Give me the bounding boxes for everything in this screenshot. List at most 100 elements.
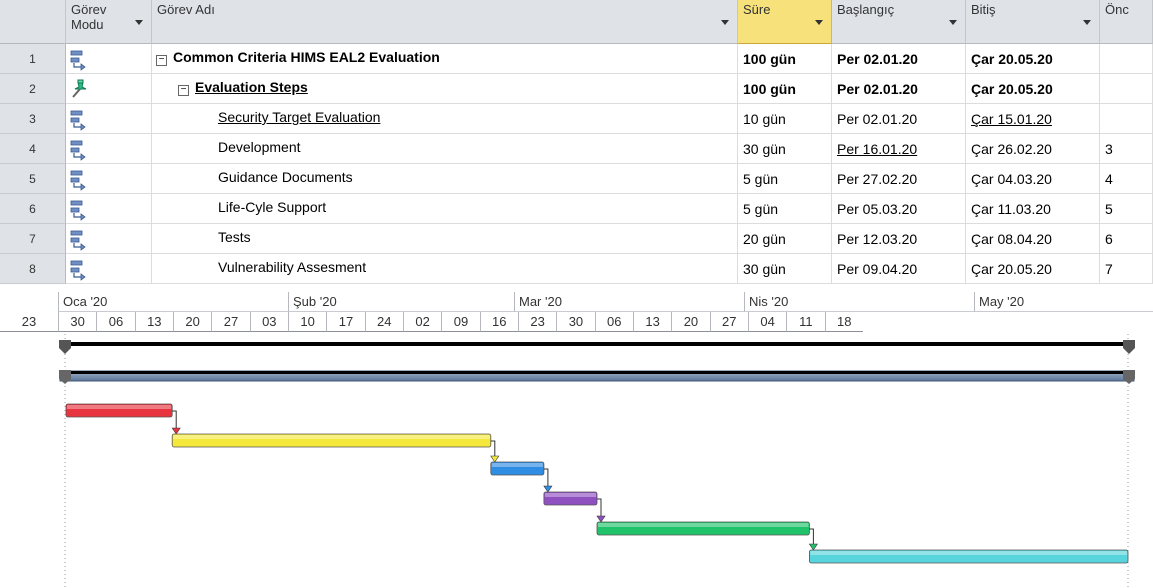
- task-name-cell[interactable]: − Evaluation Steps: [152, 74, 738, 104]
- task-mode-cell[interactable]: [66, 74, 152, 104]
- collapse-toggle-icon[interactable]: −: [156, 55, 167, 66]
- column-header-start[interactable]: Başlangıç: [832, 0, 966, 44]
- task-finish-cell[interactable]: Çar 08.04.20: [966, 224, 1100, 254]
- chevron-down-icon[interactable]: [1083, 20, 1091, 25]
- task-pred-cell[interactable]: 6: [1100, 224, 1153, 254]
- row-number[interactable]: 4: [0, 134, 66, 164]
- dependency-arrow: [171, 427, 181, 435]
- task-mode-cell[interactable]: [66, 44, 152, 74]
- task-mode-cell[interactable]: [66, 134, 152, 164]
- task-bar-highlight: [544, 493, 596, 497]
- task-duration-cell[interactable]: 5 gün: [738, 164, 832, 194]
- chevron-down-icon[interactable]: [815, 20, 823, 25]
- column-header-predecessors[interactable]: Önc: [1100, 0, 1153, 44]
- task-mode-cell[interactable]: [66, 254, 152, 284]
- row-number[interactable]: 3: [0, 104, 66, 134]
- task-finish-cell[interactable]: Çar 26.02.20: [966, 134, 1100, 164]
- task-name-cell[interactable]: Guidance Documents: [152, 164, 738, 194]
- collapse-toggle-icon[interactable]: −: [178, 85, 189, 96]
- chevron-down-icon[interactable]: [949, 20, 957, 25]
- task-start-cell[interactable]: Per 02.01.20: [832, 74, 966, 104]
- task-duration-cell[interactable]: 100 gün: [738, 44, 832, 74]
- task-finish-cell[interactable]: Çar 20.05.20: [966, 254, 1100, 284]
- row-number[interactable]: 2: [0, 74, 66, 104]
- task-pred-cell[interactable]: [1100, 74, 1153, 104]
- task-duration: 5 gün: [743, 171, 779, 187]
- task-duration-cell[interactable]: 20 gün: [738, 224, 832, 254]
- task-duration: 10 gün: [743, 111, 786, 127]
- task-mode-cell[interactable]: [66, 194, 152, 224]
- task-duration-cell[interactable]: 100 gün: [738, 74, 832, 104]
- timescale-week: 13: [134, 312, 173, 332]
- task-name: Evaluation Steps: [195, 79, 308, 95]
- task-name-cell[interactable]: Vulnerability Assesment: [152, 254, 738, 284]
- task-name: Vulnerability Assesment: [218, 259, 367, 275]
- column-header-mode-label: Görev Modu: [71, 2, 107, 32]
- task-start: Per 02.01.20: [837, 81, 918, 97]
- task-name-cell[interactable]: Tests: [152, 224, 738, 254]
- select-all-corner[interactable]: [0, 0, 66, 44]
- timescale-week: 03: [249, 312, 288, 332]
- manual-summary-cap: [60, 371, 1134, 374]
- timescale-week: 24: [364, 312, 403, 332]
- chevron-down-icon[interactable]: [135, 20, 143, 25]
- column-header-name-label: Görev Adı: [157, 2, 215, 17]
- timescale-week: 30: [556, 312, 595, 332]
- task-mode-cell[interactable]: [66, 224, 152, 254]
- task-name: Development: [218, 139, 301, 155]
- summary-end-marker: [1123, 340, 1135, 354]
- column-header-duration[interactable]: Süre: [738, 0, 832, 44]
- row-number[interactable]: 5: [0, 164, 66, 194]
- task-duration-cell[interactable]: 5 gün: [738, 194, 832, 224]
- column-header-name[interactable]: Görev Adı: [152, 0, 738, 44]
- task-pred-cell[interactable]: 5: [1100, 194, 1153, 224]
- task-start: Per 12.03.20: [837, 231, 918, 247]
- task-pred: 5: [1105, 201, 1113, 217]
- timescale-week: 02: [402, 312, 442, 332]
- task-start-cell[interactable]: Per 16.01.20: [832, 134, 966, 164]
- task-finish: Çar 15.01.20: [971, 111, 1052, 127]
- task-start-cell[interactable]: Per 05.03.20: [832, 194, 966, 224]
- task-finish: Çar 08.04.20: [971, 231, 1052, 247]
- timescale-week: 13: [632, 312, 672, 332]
- task-pred-cell[interactable]: [1100, 104, 1153, 134]
- task-duration-cell[interactable]: 30 gün: [738, 254, 832, 284]
- task-mode-cell[interactable]: [66, 104, 152, 134]
- timescale-week: 11: [786, 312, 825, 332]
- timescale-week: 30: [58, 312, 97, 332]
- task-start: Per 05.03.20: [837, 201, 918, 217]
- row-number[interactable]: 1: [0, 44, 66, 74]
- task-name-cell[interactable]: − Common Criteria HIMS EAL2 Evaluation: [152, 44, 738, 74]
- task-name-cell[interactable]: Security Target Evaluation: [152, 104, 738, 134]
- row-number[interactable]: 7: [0, 224, 66, 254]
- row-number[interactable]: 8: [0, 254, 66, 284]
- task-start-cell[interactable]: Per 12.03.20: [832, 224, 966, 254]
- task-finish-cell[interactable]: Çar 20.05.20: [966, 74, 1100, 104]
- row-number[interactable]: 6: [0, 194, 66, 224]
- task-start-cell[interactable]: Per 09.04.20: [832, 254, 966, 284]
- task-finish-cell[interactable]: Çar 20.05.20: [966, 44, 1100, 74]
- task-finish-cell[interactable]: Çar 15.01.20: [966, 104, 1100, 134]
- task-duration-cell[interactable]: 30 gün: [738, 134, 832, 164]
- task-duration-cell[interactable]: 10 gün: [738, 104, 832, 134]
- chevron-down-icon[interactable]: [721, 20, 729, 25]
- task-pred-cell[interactable]: 4: [1100, 164, 1153, 194]
- column-header-predecessors-label: Önc: [1105, 2, 1129, 17]
- auto-schedule-icon: [70, 110, 86, 131]
- timescale-week: 23: [0, 312, 58, 332]
- summary-bar[interactable]: [60, 342, 1134, 346]
- task-start-cell[interactable]: Per 02.01.20: [832, 44, 966, 74]
- column-header-finish[interactable]: Bitiş: [966, 0, 1100, 44]
- task-pred-cell[interactable]: 3: [1100, 134, 1153, 164]
- task-pred-cell[interactable]: 7: [1100, 254, 1153, 284]
- task-mode-cell[interactable]: [66, 164, 152, 194]
- task-start-cell[interactable]: Per 02.01.20: [832, 104, 966, 134]
- task-name-cell[interactable]: Development: [152, 134, 738, 164]
- task-name-cell[interactable]: Life-Cyle Support: [152, 194, 738, 224]
- task-finish-cell[interactable]: Çar 11.03.20: [966, 194, 1100, 224]
- task-start-cell[interactable]: Per 27.02.20: [832, 164, 966, 194]
- task-finish-cell[interactable]: Çar 04.03.20: [966, 164, 1100, 194]
- task-pred: 7: [1105, 261, 1113, 277]
- task-pred-cell[interactable]: [1100, 44, 1153, 74]
- column-header-mode[interactable]: Görev Modu: [66, 0, 152, 44]
